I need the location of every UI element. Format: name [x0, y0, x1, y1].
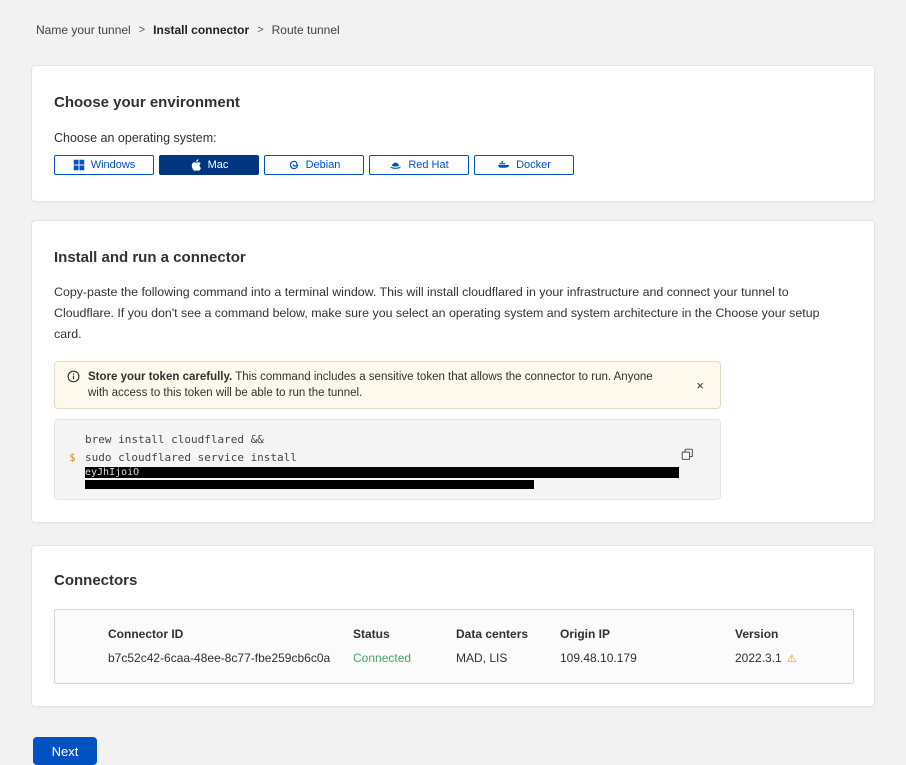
- command-line-2: sudo cloudflared service install: [85, 449, 706, 466]
- cell-connector-id: b7c52c42-6caa-48ee-8c77-fbe259cb6c0a: [108, 651, 353, 665]
- apple-icon: [190, 159, 202, 171]
- os-button-label: Red Hat: [408, 159, 448, 171]
- command-line-1: brew install cloudflared &&: [85, 430, 706, 449]
- breadcrumb-step-route-tunnel[interactable]: Route tunnel: [272, 23, 340, 37]
- debian-icon: [288, 159, 300, 171]
- windows-icon: [73, 159, 85, 171]
- breadcrumb-step-name-your-tunnel[interactable]: Name your tunnel: [36, 23, 131, 37]
- cell-status: Connected: [353, 651, 456, 665]
- breadcrumb-separator: >: [139, 24, 145, 36]
- install-connector-card: Install and run a connector Copy-paste t…: [31, 220, 875, 523]
- install-card-title: Install and run a connector: [54, 249, 852, 266]
- install-description: Copy-paste the following command into a …: [54, 282, 849, 345]
- column-header-status: Status: [353, 627, 456, 641]
- connectors-table: Connector ID Status Data centers Origin …: [54, 609, 854, 684]
- connectors-card: Connectors Connector ID Status Data cent…: [31, 545, 875, 707]
- breadcrumb-separator: >: [257, 24, 263, 36]
- copy-icon[interactable]: [679, 446, 696, 466]
- docker-icon: [497, 159, 510, 171]
- table-header-row: Connector ID Status Data centers Origin …: [108, 627, 837, 641]
- code-gutter: [69, 430, 85, 449]
- table-row: b7c52c42-6caa-48ee-8c77-fbe259cb6c0a Con…: [108, 651, 837, 665]
- tunnel-setup-page: Name your tunnel > Install connector > R…: [0, 23, 906, 765]
- os-button-group: Windows Mac Debian Red Hat: [54, 155, 852, 175]
- column-header-data-centers: Data centers: [456, 627, 560, 641]
- choose-environment-card: Choose your environment Choose an operat…: [31, 65, 875, 202]
- os-button-label: Windows: [91, 159, 136, 171]
- os-button-label: Docker: [516, 159, 551, 171]
- os-button-debian[interactable]: Debian: [264, 155, 364, 175]
- redacted-token-bar: eyJhIjoiO: [85, 467, 679, 478]
- close-icon[interactable]: ×: [692, 377, 708, 394]
- os-select-label: Choose an operating system:: [54, 131, 852, 145]
- breadcrumb-step-install-connector[interactable]: Install connector: [153, 23, 249, 37]
- os-button-mac[interactable]: Mac: [159, 155, 259, 175]
- breadcrumb: Name your tunnel > Install connector > R…: [36, 23, 875, 37]
- column-header-connector-id: Connector ID: [108, 627, 353, 641]
- column-header-version: Version: [735, 627, 837, 641]
- os-button-label: Debian: [306, 159, 341, 171]
- cell-data-centers: MAD, LIS: [456, 651, 560, 665]
- token-prefix: eyJhIjoiO: [85, 467, 139, 478]
- version-warning-icon: ⚠: [787, 653, 797, 665]
- install-command-block: brew install cloudflared && $ sudo cloud…: [54, 419, 721, 500]
- cell-origin-ip: 109.48.10.179: [560, 651, 735, 665]
- info-icon: [67, 370, 80, 388]
- environment-card-title: Choose your environment: [54, 94, 852, 111]
- next-button[interactable]: Next: [33, 737, 97, 765]
- os-button-docker[interactable]: Docker: [474, 155, 574, 175]
- cell-version: 2022.3.1 ⚠: [735, 651, 837, 665]
- connectors-card-title: Connectors: [54, 572, 852, 589]
- token-warning-text: Store your token carefully. This command…: [88, 369, 692, 401]
- token-warning-banner: Store your token carefully. This command…: [54, 361, 721, 409]
- shell-prompt: $: [69, 449, 85, 466]
- os-button-windows[interactable]: Windows: [54, 155, 154, 175]
- column-header-origin-ip: Origin IP: [560, 627, 735, 641]
- redhat-icon: [389, 159, 402, 171]
- token-warning-bold: Store your token carefully.: [88, 371, 232, 383]
- os-button-label: Mac: [208, 159, 229, 171]
- redacted-token-bar-2: [85, 480, 534, 489]
- version-value: 2022.3.1: [735, 651, 782, 665]
- os-button-redhat[interactable]: Red Hat: [369, 155, 469, 175]
